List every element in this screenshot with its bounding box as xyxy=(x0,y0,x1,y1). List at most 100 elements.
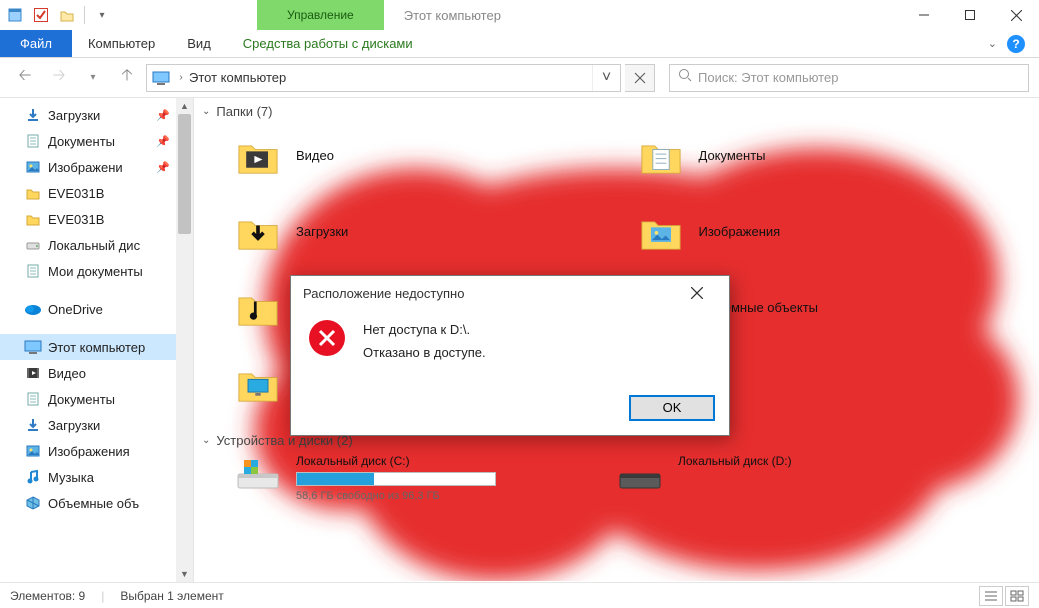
address-dropdown-icon[interactable]: ˅ xyxy=(592,65,620,91)
sidebar-item-video[interactable]: Видео xyxy=(0,360,176,386)
ribbon-expand-icon[interactable]: ⌄ xyxy=(988,37,997,50)
sidebar-item-label: Этот компьютер xyxy=(48,340,145,355)
drive-c-usage-bar xyxy=(296,472,496,486)
folder-label: Загрузки xyxy=(296,224,348,239)
dialog-message-line1: Нет доступа к D:\. xyxy=(363,318,486,341)
sidebar-item-folder[interactable]: EVE031B xyxy=(0,206,176,232)
doc-icon xyxy=(24,132,42,150)
sidebar-item-label: Загрузки xyxy=(48,108,100,123)
drive-icon xyxy=(616,454,664,494)
sidebar-item-label: Изображения xyxy=(48,444,130,459)
tab-drive-tools[interactable]: Средства работы с дисками xyxy=(227,30,429,57)
sidebar-item-3d[interactable]: Объемные объ xyxy=(0,490,176,516)
sidebar-item-music[interactable]: Музыка xyxy=(0,464,176,490)
sidebar-item-label: Музыка xyxy=(48,470,94,485)
folder-picture[interactable]: Изображения xyxy=(637,207,1000,255)
sidebar-item-label: Загрузки xyxy=(48,418,100,433)
sidebar-item-drive[interactable]: Локальный дис xyxy=(0,232,176,258)
help-icon[interactable]: ? xyxy=(1007,35,1025,53)
folder-icon xyxy=(637,207,685,255)
qat-checkbox-icon[interactable] xyxy=(30,4,52,26)
folder-label: Видео xyxy=(296,148,334,163)
dialog-message-line2: Отказано в доступе. xyxy=(363,341,486,364)
titlebar: ▾ Управление Этот компьютер xyxy=(0,0,1039,30)
sidebar-item-label: EVE031B xyxy=(48,212,104,227)
error-icon xyxy=(309,320,345,356)
folder-icon xyxy=(24,210,42,228)
scroll-thumb[interactable] xyxy=(178,114,191,234)
refresh-button[interactable] xyxy=(625,64,655,92)
nav-history-button[interactable]: ▾ xyxy=(78,64,108,92)
window-title: Этот компьютер xyxy=(384,0,901,30)
search-icon xyxy=(678,68,692,87)
window-controls xyxy=(901,0,1039,30)
folder-label: Документы xyxy=(699,148,766,163)
drive-c[interactable]: Локальный диск (C:) 58,6 ГБ свободно из … xyxy=(234,454,496,502)
scroll-up-icon[interactable]: ▲ xyxy=(176,98,193,114)
drive-d[interactable]: Локальный диск (D:) xyxy=(616,454,792,502)
folder-icon xyxy=(234,207,282,255)
tab-view[interactable]: Вид xyxy=(171,30,227,57)
sidebar-item-label: OneDrive xyxy=(48,302,103,317)
ribbon-tabs: Файл Компьютер Вид Средства работы с дис… xyxy=(0,30,1039,58)
sidebar-item-picture[interactable]: Изображени📌 xyxy=(0,154,176,180)
pin-icon: 📌 xyxy=(156,109,170,122)
sidebar-item-label: Документы xyxy=(48,134,115,149)
sidebar-item-download[interactable]: Загрузки 📌 xyxy=(0,102,176,128)
error-dialog: Расположение недоступно Нет доступа к D:… xyxy=(290,275,730,436)
scroll-down-icon[interactable]: ▼ xyxy=(176,566,193,582)
search-input[interactable] xyxy=(698,70,1020,85)
download-icon xyxy=(24,416,42,434)
maximize-button[interactable] xyxy=(947,0,993,30)
dialog-title: Расположение недоступно xyxy=(303,286,464,301)
address-text[interactable]: Этот компьютер xyxy=(187,70,592,85)
folder-download[interactable]: Загрузки xyxy=(234,207,597,255)
download-icon xyxy=(24,106,42,124)
sidebar-item-folder[interactable]: EVE031B xyxy=(0,180,176,206)
drive-icon xyxy=(24,236,42,254)
minimize-button[interactable] xyxy=(901,0,947,30)
sidebar-item-doc[interactable]: Документы📌 xyxy=(0,128,176,154)
sidebar-item-label: Локальный дис xyxy=(48,238,140,253)
view-details-button[interactable] xyxy=(979,586,1003,606)
search-box[interactable] xyxy=(669,64,1029,92)
dialog-ok-button[interactable]: OK xyxy=(629,395,715,421)
nav-up-button[interactable]: 🡡 xyxy=(112,64,142,92)
tab-file[interactable]: Файл xyxy=(0,30,72,57)
view-icons-button[interactable] xyxy=(1005,586,1029,606)
folder-icon xyxy=(234,359,282,407)
folder-icon xyxy=(234,131,282,179)
sidebar-item-download[interactable]: Загрузки xyxy=(0,412,176,438)
sidebar-item-doc[interactable]: Мои документы xyxy=(0,258,176,284)
chevron-down-icon: ⌄ xyxy=(202,435,210,446)
sidebar-item-label: Видео xyxy=(48,366,86,381)
sidebar-item-label: EVE031B xyxy=(48,186,104,201)
sidebar-scrollbar[interactable]: ▲ ▼ xyxy=(176,98,193,582)
qat-newfolder-icon[interactable] xyxy=(56,4,78,26)
doc-icon xyxy=(24,390,42,408)
sidebar-item-picture[interactable]: Изображения xyxy=(0,438,176,464)
sidebar-item-doc[interactable]: Документы xyxy=(0,386,176,412)
qat-properties-icon[interactable] xyxy=(4,4,26,26)
folder-doc[interactable]: Документы xyxy=(637,131,1000,179)
qat-customize-icon[interactable]: ▾ xyxy=(91,4,113,26)
dialog-close-button[interactable] xyxy=(677,279,717,307)
3d-icon xyxy=(24,494,42,512)
nav-forward-button[interactable]: 🡢 xyxy=(44,64,74,92)
nav-back-button[interactable]: 🡠 xyxy=(10,64,40,92)
status-selection: Выбран 1 элемент xyxy=(120,589,223,603)
pc-icon xyxy=(24,338,42,356)
video-icon xyxy=(24,364,42,382)
sidebar-item-pc[interactable]: Этот компьютер xyxy=(0,334,176,360)
tab-computer[interactable]: Компьютер xyxy=(72,30,171,57)
dialog-titlebar[interactable]: Расположение недоступно xyxy=(291,276,729,310)
address-bar[interactable]: › Этот компьютер ˅ xyxy=(146,64,621,92)
close-button[interactable] xyxy=(993,0,1039,30)
pc-icon xyxy=(147,71,175,85)
address-bar-row: 🡠 🡢 ▾ 🡡 › Этот компьютер ˅ xyxy=(0,58,1039,98)
chevron-right-icon[interactable]: › xyxy=(175,72,187,83)
drive-c-sublabel: 58,6 ГБ свободно из 96,3 ГБ xyxy=(296,490,496,502)
music-icon xyxy=(24,468,42,486)
folder-video[interactable]: Видео xyxy=(234,131,597,179)
sidebar-item-onedrive[interactable]: OneDrive xyxy=(0,296,176,322)
